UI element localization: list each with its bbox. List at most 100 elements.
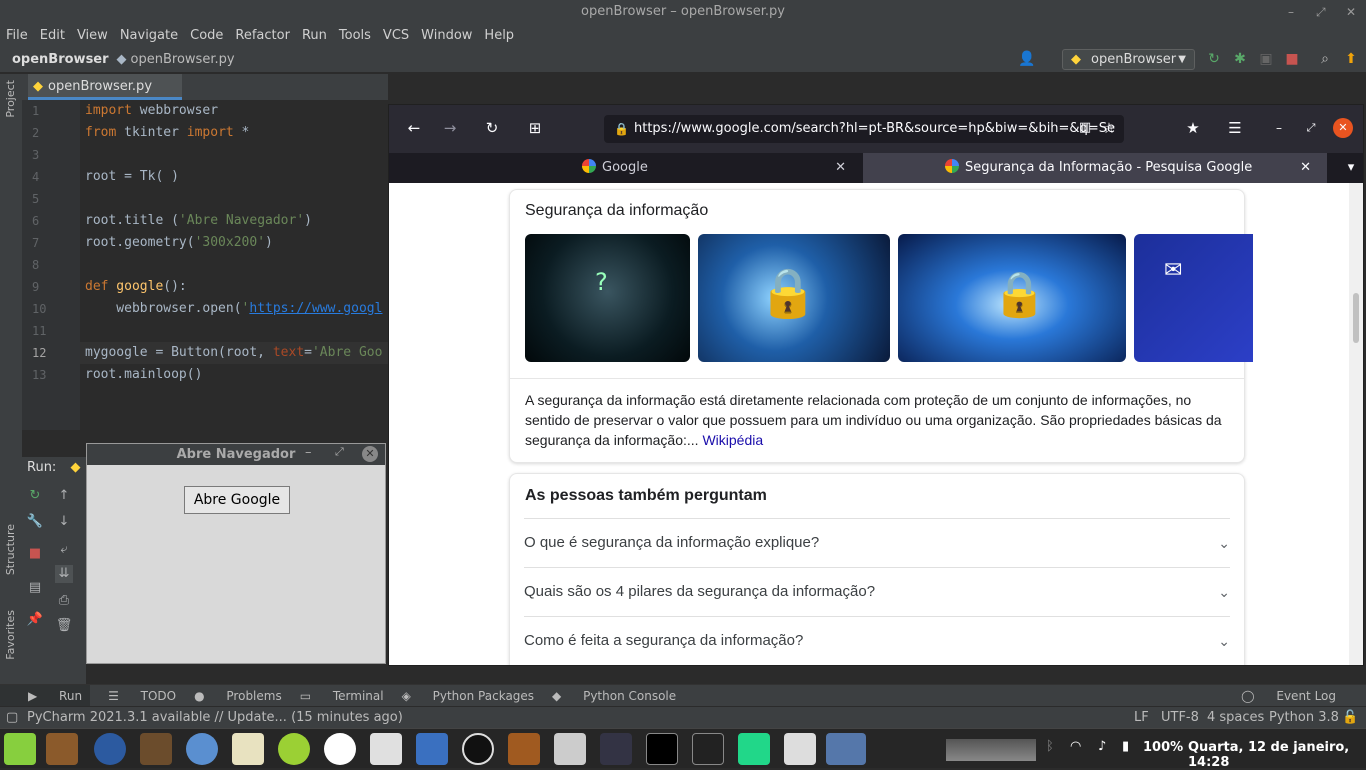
wikipedia-link[interactable]: Wikipédia (702, 432, 763, 448)
reload-icon[interactable]: ↻ (482, 118, 502, 138)
url-bar[interactable]: 🔒 https://www.google.com/search?hl=pt-BR… (604, 115, 1124, 143)
qgis-icon[interactable] (278, 733, 310, 765)
reader-view-icon[interactable]: ▥ (1075, 118, 1095, 138)
volume-icon[interactable]: ♪ (1098, 739, 1106, 754)
project-tool-tab[interactable]: Project (4, 80, 17, 118)
draw-app-icon[interactable] (416, 733, 448, 765)
lock-icon[interactable]: 🔓 (1342, 707, 1358, 729)
problems-tool-tab[interactable]: ● Problems (194, 689, 282, 703)
scroll-to-end-icon[interactable]: ⇊ (55, 565, 73, 583)
video-icon[interactable] (600, 733, 632, 765)
intellij-icon[interactable] (646, 733, 678, 765)
menu-window[interactable]: Window (421, 28, 472, 43)
mint-menu-icon[interactable] (4, 733, 36, 765)
menu-file[interactable]: File (6, 28, 28, 43)
trash-icon[interactable]: 🗑 (55, 617, 73, 635)
app-icon[interactable] (784, 733, 816, 765)
coverage-icon[interactable]: ▣ (1257, 50, 1275, 68)
stop-icon[interactable]: ■ (1283, 50, 1301, 68)
wrench-icon[interactable]: 🔧 (26, 513, 44, 531)
terminal-tool-tab[interactable]: ▭ Terminal (300, 689, 384, 703)
scrollbar-thumb[interactable] (1353, 293, 1359, 343)
menu-tools[interactable]: Tools (339, 28, 371, 43)
abre-google-button[interactable]: Abre Google (184, 486, 290, 514)
close-tab-icon[interactable]: ✕ (835, 153, 846, 183)
minimize-icon[interactable]: – (305, 445, 312, 460)
obs-icon[interactable] (462, 733, 494, 765)
folder-icon[interactable] (140, 733, 172, 765)
menu-help[interactable]: Help (484, 28, 514, 43)
layout-icon[interactable]: ▤ (26, 579, 44, 597)
structure-tool-tab[interactable]: Structure (4, 524, 17, 575)
chart-app-icon[interactable] (370, 733, 402, 765)
arrow-up-icon[interactable]: ↑ (55, 487, 73, 505)
run-config-select[interactable]: ◆ openBrowser ▼ (1062, 49, 1195, 70)
text-editor-icon[interactable] (232, 733, 264, 765)
pycharm-icon[interactable] (738, 733, 770, 765)
stop-icon[interactable]: ■ (26, 545, 44, 563)
menu-run[interactable]: Run (302, 28, 327, 43)
minimize-icon[interactable]: – (1288, 0, 1294, 24)
library-icon[interactable] (508, 733, 540, 765)
close-icon[interactable]: ✕ (1346, 0, 1356, 24)
security-illustration-image[interactable]: ✉ (1134, 234, 1253, 362)
tab-pesquisa[interactable]: Segurança da Informação - Pesquisa Googl… (863, 153, 1327, 183)
back-icon[interactable]: ← (404, 118, 424, 138)
update-icon[interactable]: ⬆ (1342, 50, 1360, 68)
file-encoding[interactable]: UTF-8 (1161, 707, 1199, 729)
event-log-tool-tab[interactable]: ◯ Event Log (1241, 689, 1336, 703)
close-icon[interactable]: ✕ (362, 446, 378, 462)
layout-icon[interactable]: ▢ (6, 707, 18, 729)
close-icon[interactable]: ✕ (1333, 118, 1353, 138)
menu-vcs[interactable]: VCS (383, 28, 409, 43)
run-tool-tab[interactable]: ▶ Run (0, 684, 91, 707)
new-tab-icon[interactable]: ⊞ (525, 118, 545, 138)
user-icon[interactable]: 👤 (1018, 50, 1036, 68)
code-editor[interactable]: import webbrowser from tkinter import * … (80, 100, 388, 430)
soft-wrap-icon[interactable]: ⤶ (55, 541, 73, 559)
active-app-icon[interactable] (826, 733, 866, 765)
electric-lock-image[interactable]: 🔒 (898, 234, 1126, 362)
tab-list-icon[interactable]: ▾ (1341, 153, 1361, 183)
restore-icon[interactable]: ⤢ (1316, 0, 1326, 24)
pin-icon[interactable]: 📌 (26, 611, 44, 629)
menu-icon[interactable]: ☰ (1225, 118, 1245, 138)
question-item[interactable]: Quais são os 4 pilares da segurança da i… (524, 567, 1230, 616)
search-icon[interactable]: ⌕ (1316, 50, 1334, 68)
question-item[interactable]: O que é segurança da informação explique… (524, 518, 1230, 567)
breadcrumb-file[interactable]: openBrowser.py (131, 52, 235, 67)
bookmarks-icon[interactable]: ★ (1183, 118, 1203, 138)
menu-code[interactable]: Code (190, 28, 223, 43)
shield-icon[interactable] (554, 733, 586, 765)
restore-icon[interactable]: ⤢ (335, 445, 344, 459)
rerun-icon[interactable]: ↻ (26, 487, 44, 505)
menu-edit[interactable]: Edit (40, 28, 65, 43)
line-separator[interactable]: LF (1134, 707, 1149, 729)
tab-openbrowser-py[interactable]: ◆ openBrowser.py (28, 74, 182, 100)
star-icon[interactable]: ☆ (1099, 118, 1119, 138)
wifi-icon[interactable]: ◠ (1070, 739, 1081, 754)
favorites-tool-tab[interactable]: Favorites (4, 610, 17, 660)
menu-view[interactable]: View (77, 28, 108, 43)
status-message[interactable]: PyCharm 2021.3.1 available // Update... … (27, 707, 403, 729)
python-packages-tool-tab[interactable]: ◈ Python Packages (402, 689, 534, 703)
minimize-icon[interactable]: – (1269, 118, 1289, 138)
indent-setting[interactable]: 4 spaces (1207, 707, 1264, 729)
battery-icon[interactable]: ▮ (1122, 739, 1129, 754)
print-icon[interactable]: ⎙ (55, 592, 73, 610)
menu-navigate[interactable]: Navigate (120, 28, 178, 43)
close-tab-icon[interactable]: ✕ (1300, 153, 1311, 183)
restore-icon[interactable]: ⤢ (1301, 118, 1321, 138)
files-icon[interactable] (46, 733, 78, 765)
forward-icon[interactable]: → (440, 118, 460, 138)
app-icon[interactable] (324, 733, 356, 765)
browser-icon[interactable] (186, 733, 218, 765)
padlock-image[interactable]: 🔒 (698, 234, 890, 362)
arrow-down-icon[interactable]: ↓ (55, 513, 73, 531)
debug-icon[interactable]: ✱ (1231, 50, 1249, 68)
python-console-tool-tab[interactable]: ◆ Python Console (552, 689, 676, 703)
breadcrumb-project[interactable]: openBrowser (12, 52, 109, 67)
question-item[interactable]: Como é feita a segurança da informação? … (524, 616, 1230, 665)
terminal-icon[interactable] (692, 733, 724, 765)
page-scrollbar[interactable] (1349, 183, 1363, 665)
